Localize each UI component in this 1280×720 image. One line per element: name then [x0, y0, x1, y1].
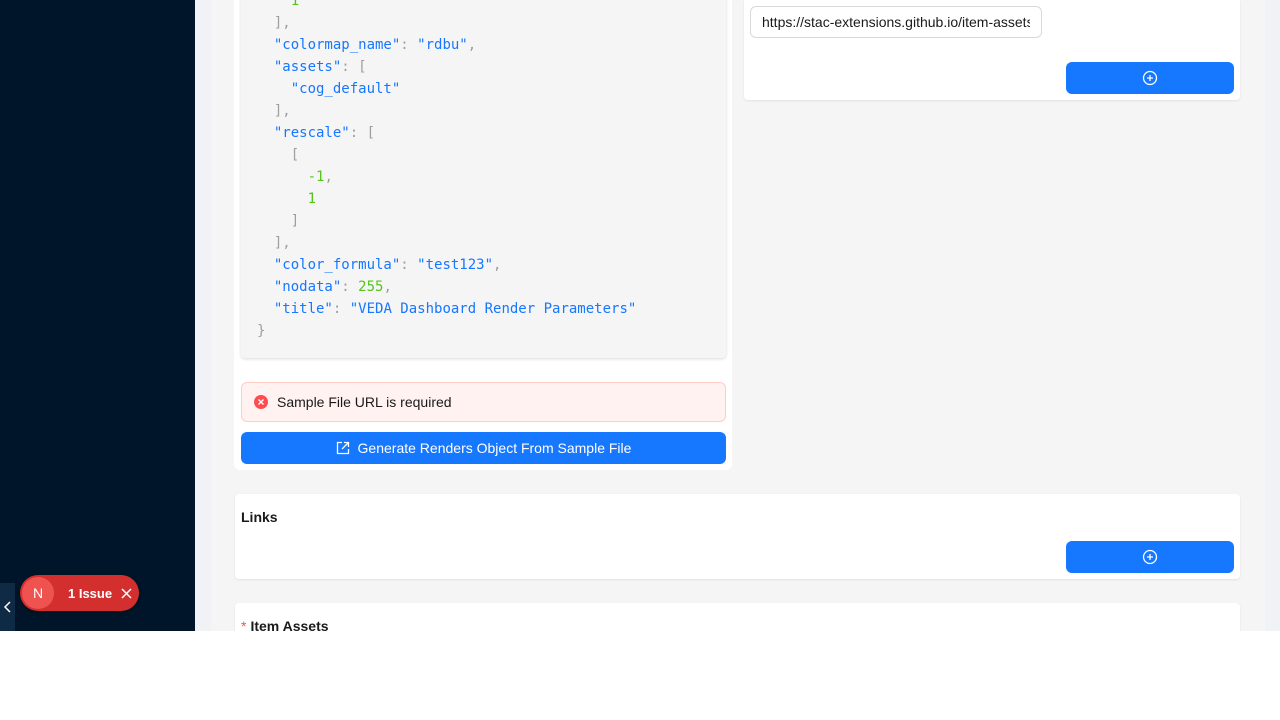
- json-line: -1,: [307, 169, 333, 185]
- json-line: 1: [307, 191, 317, 207]
- chevron-left-icon: [3, 601, 11, 613]
- extension-url-input[interactable]: [750, 6, 1042, 38]
- renders-json-preview: 1 ], "colormap_name": "rdbu", "assets": …: [241, 0, 726, 358]
- json-line: "nodata": 255,: [273, 279, 392, 295]
- avatar: N: [22, 577, 54, 609]
- generate-renders-button[interactable]: Generate Renders Object From Sample File: [241, 432, 726, 464]
- issues-badge[interactable]: N 1 Issue: [20, 575, 139, 611]
- json-line: "cog_default": [290, 81, 401, 97]
- json-line: }: [257, 323, 266, 339]
- json-line: ],: [273, 15, 291, 31]
- json-line: ],: [273, 103, 291, 119]
- sidebar: [0, 0, 195, 631]
- json-line: ]: [290, 213, 300, 229]
- json-line: "assets": [: [273, 59, 367, 75]
- export-icon: [336, 441, 349, 455]
- add-link-button[interactable]: [1066, 541, 1234, 573]
- json-code: 1 ], "colormap_name": "rdbu", "assets": …: [257, 0, 636, 342]
- add-extension-button[interactable]: [1066, 62, 1234, 94]
- json-line: "colormap_name": "rdbu",: [273, 37, 477, 53]
- sidebar-collapse-button[interactable]: [0, 583, 15, 631]
- page-bottom: [0, 631, 1280, 720]
- issue-count-label: 1 Issue: [68, 585, 113, 601]
- json-line: "title": "VEDA Dashboard Render Paramete…: [273, 301, 637, 317]
- links-title: Links: [241, 509, 278, 525]
- plus-circle-icon: [1142, 549, 1158, 565]
- generate-renders-label: Generate Renders Object From Sample File: [357, 440, 632, 456]
- error-message: Sample File URL is required: [277, 394, 452, 410]
- json-line: "color_formula": "test123",: [273, 257, 502, 273]
- error-alert: Sample File URL is required: [241, 382, 726, 422]
- close-icon[interactable]: [120, 587, 132, 599]
- json-line: [: [290, 147, 300, 163]
- close-circle-icon: [254, 395, 268, 409]
- json-line: ],: [273, 235, 291, 251]
- json-line: "rescale": [: [273, 125, 376, 141]
- json-line: 1: [290, 0, 300, 9]
- plus-circle-icon: [1142, 70, 1158, 86]
